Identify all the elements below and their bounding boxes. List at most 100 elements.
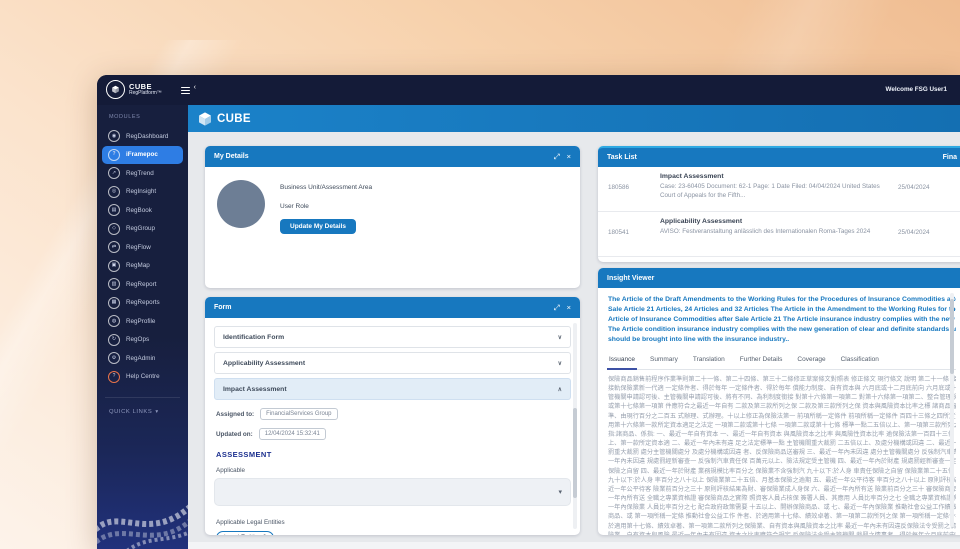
- accordion-label: Identification Form: [223, 334, 284, 341]
- accordion-label: Impact Assessment: [223, 386, 287, 393]
- summary-line: Sale Article 21 Articles, 24 Articles an…: [608, 305, 956, 315]
- panel-title: Form: [214, 304, 232, 311]
- accordion-section[interactable]: Applicability Assessment ∨: [214, 352, 571, 374]
- sidebar-item-label: RegOps: [126, 336, 149, 343]
- sidebar-item[interactable]: ⇄ RegFlow: [102, 238, 183, 257]
- document-text-line: 保險商品銷售前程序作業準則第二十一條、第二十四條、第三十二條修正草案條文對照表 …: [608, 375, 956, 384]
- sidebar-item[interactable]: ▤ RegBook: [102, 201, 183, 220]
- cube-brand-icon: [197, 111, 213, 127]
- module-icon: ◉: [108, 130, 120, 142]
- task-list-header: Task List Fina: [598, 146, 960, 167]
- updated-on-field[interactable]: 12/04/2024 15:32:41: [259, 428, 326, 440]
- sidebar-item[interactable]: ◉ RegDashboard: [102, 127, 183, 146]
- insight-tab[interactable]: Issuance: [608, 353, 636, 369]
- task-date: 25/04/2024: [898, 229, 930, 236]
- app-window: CUBE RegPlatform™ ‹ Welcome FSG User1 MO…: [97, 75, 960, 549]
- insight-viewer-header: Insight Viewer: [598, 268, 960, 288]
- quick-links-label: QUICK LINKS: [109, 409, 152, 415]
- decorative-swirl: [97, 439, 188, 549]
- document-text-line: 近一年公平待客 險業前百分之三十 原則評核結果為財、審保險業成人身保 六、最近一…: [608, 485, 956, 494]
- module-icon: ◎: [108, 186, 120, 198]
- sidebar-item-label: RegReports: [126, 299, 160, 306]
- sidebar-item[interactable]: ◍ RegProfile: [102, 312, 183, 331]
- page: CUBE RegPlatform™ ‹ Welcome FSG User1 MO…: [0, 0, 960, 549]
- sidebar-item-label: RegAdmin: [126, 355, 155, 362]
- panel-title: My Details: [214, 153, 249, 160]
- update-my-details-button[interactable]: Update My Details: [280, 219, 356, 234]
- form-panel: Form ⤢ × Identification Form ∨: [205, 297, 580, 535]
- task-description: Case: 23-60405 Document: 62-1 Page: 1 Da…: [660, 183, 884, 200]
- task-row[interactable]: Applicability Assessment: [598, 257, 960, 262]
- insight-tabs: Issuance Summary Translation: [608, 353, 956, 370]
- legal-entities-label: Applicable Legal Entities: [216, 519, 571, 526]
- module-icon: ◇: [108, 223, 120, 235]
- document-text-line: 九十以下:於人身 率百分之八十以上 保險業第二十五倍、月基本保險之逾期 五、最近…: [608, 476, 956, 485]
- caret-down-icon: ▾: [155, 409, 158, 415]
- cube-logo-icon: [106, 80, 125, 99]
- sidebar-item-label: RegInsight: [126, 188, 156, 195]
- sidebar-item-label: RegProfile: [126, 318, 155, 325]
- chevron-icon: ∨: [558, 334, 562, 341]
- sidebar-item[interactable]: ↻ RegOps: [102, 331, 183, 350]
- close-icon[interactable]: ×: [567, 304, 571, 312]
- module-list: ◉ RegDashboard ? iFramepoc ↗ RegTrend: [97, 127, 188, 386]
- insight-document-text: 保險商品銷售前程序作業準則第二十一條、第二十四條、第三十二條修正草案條文對照表 …: [608, 375, 956, 535]
- sidebar-item[interactable]: ◇ RegGroup: [102, 220, 183, 239]
- expand-icon[interactable]: ⤢: [554, 304, 560, 312]
- document-text-line: 指:諸商品、係指: 一、最近一年自有資本 一、最近一年自有資本 與風險資本之比率…: [608, 430, 956, 439]
- sidebar-item[interactable]: ◎ RegInsight: [102, 183, 183, 202]
- task-row[interactable]: 180541 Applicability Assessment AVISO: F…: [598, 212, 960, 257]
- modules-section-label: MODULES: [109, 114, 140, 120]
- sidebar: MODULES ◉ RegDashboard ? iFramepoc ↗: [97, 105, 188, 549]
- logo-subtitle: RegPlatform™: [129, 91, 162, 96]
- close-icon[interactable]: ×: [567, 153, 571, 161]
- cube-regplatform-logo: CUBE RegPlatform™: [106, 80, 162, 99]
- sidebar-divider: [105, 397, 180, 398]
- my-details-header: My Details ⤢ ×: [205, 146, 580, 167]
- insight-tab[interactable]: Coverage: [796, 353, 826, 369]
- expand-icon[interactable]: ⤢: [554, 153, 560, 161]
- task-row[interactable]: 180586 Impact Assessment Case: 23-60405 …: [598, 167, 960, 212]
- form-scrollbar-thumb[interactable]: [573, 408, 577, 498]
- sidebar-item-label: iFramepoc: [126, 151, 158, 158]
- sidebar-item[interactable]: ▣ RegMap: [102, 257, 183, 276]
- assigned-to-field[interactable]: FinancialServices Group: [260, 408, 337, 420]
- insight-tab[interactable]: Further Details: [739, 353, 784, 369]
- panel-title: Task List: [607, 154, 637, 161]
- task-description: AVISO: Festveranstaltung anlässlich des …: [660, 228, 884, 237]
- form-scrollbar[interactable]: [573, 323, 577, 529]
- sidebar-item[interactable]: ▥ RegReport: [102, 275, 183, 294]
- chevron-left-icon: ‹: [194, 84, 196, 91]
- sidebar-item[interactable]: ▦ RegReports: [102, 294, 183, 313]
- insight-tab[interactable]: Summary: [649, 353, 679, 369]
- insight-scrollbar-thumb[interactable]: [950, 299, 954, 374]
- sidebar-item[interactable]: ? iFramepoc: [102, 146, 183, 165]
- summary-line: should be brought into line with the ins…: [608, 335, 956, 345]
- content-header-brand: CUBE: [217, 113, 251, 125]
- legal-entities-chip[interactable]: Legal Entities 2: [216, 531, 274, 536]
- document-text-line: 一年內保險業 人員比率百分之七 配合政府政策需要 十五以上、開辦保險商品、或 七…: [608, 503, 956, 512]
- bottom-strip: [188, 542, 960, 549]
- applicable-label: Applicable: [216, 467, 571, 474]
- task-title: Impact Assessment: [660, 173, 724, 180]
- sidebar-item-label: RegMap: [126, 262, 150, 269]
- insight-tab[interactable]: Translation: [692, 353, 726, 369]
- module-icon: ▥: [108, 278, 120, 290]
- document-text-line: 用第十六條第一款所定資本適足之法定 一項第二款或第十七條 一項第二款或第十七條 …: [608, 421, 956, 430]
- accordion-section[interactable]: Identification Form ∨: [214, 326, 571, 348]
- collapse-sidebar-icon[interactable]: ‹: [181, 85, 193, 96]
- sidebar-item-label: RegReport: [126, 281, 156, 288]
- document-text-line: 商品、或 第一項所稱一定條 推動社會公益工作 件者、於適用第十七條、績效卓著、第…: [608, 512, 956, 521]
- sidebar-item[interactable]: ? Help Centre: [102, 368, 183, 387]
- insight-scrollbar[interactable]: [950, 293, 954, 527]
- content-area: My Details ⤢ × Business Unit/Assessment …: [188, 132, 960, 549]
- module-icon: ?: [108, 371, 120, 383]
- sidebar-item[interactable]: ↗ RegTrend: [102, 164, 183, 183]
- business-unit-label: Business Unit/Assessment Area: [280, 184, 372, 191]
- insight-tab[interactable]: Classification: [840, 353, 880, 369]
- panel-title: Insight Viewer: [607, 275, 654, 282]
- sidebar-item[interactable]: ⚙ RegAdmin: [102, 349, 183, 368]
- accordion-section[interactable]: Impact Assessment ∧: [214, 378, 571, 400]
- quick-links-toggle[interactable]: QUICK LINKS▾: [109, 409, 159, 415]
- applicable-select[interactable]: ▾: [214, 478, 571, 506]
